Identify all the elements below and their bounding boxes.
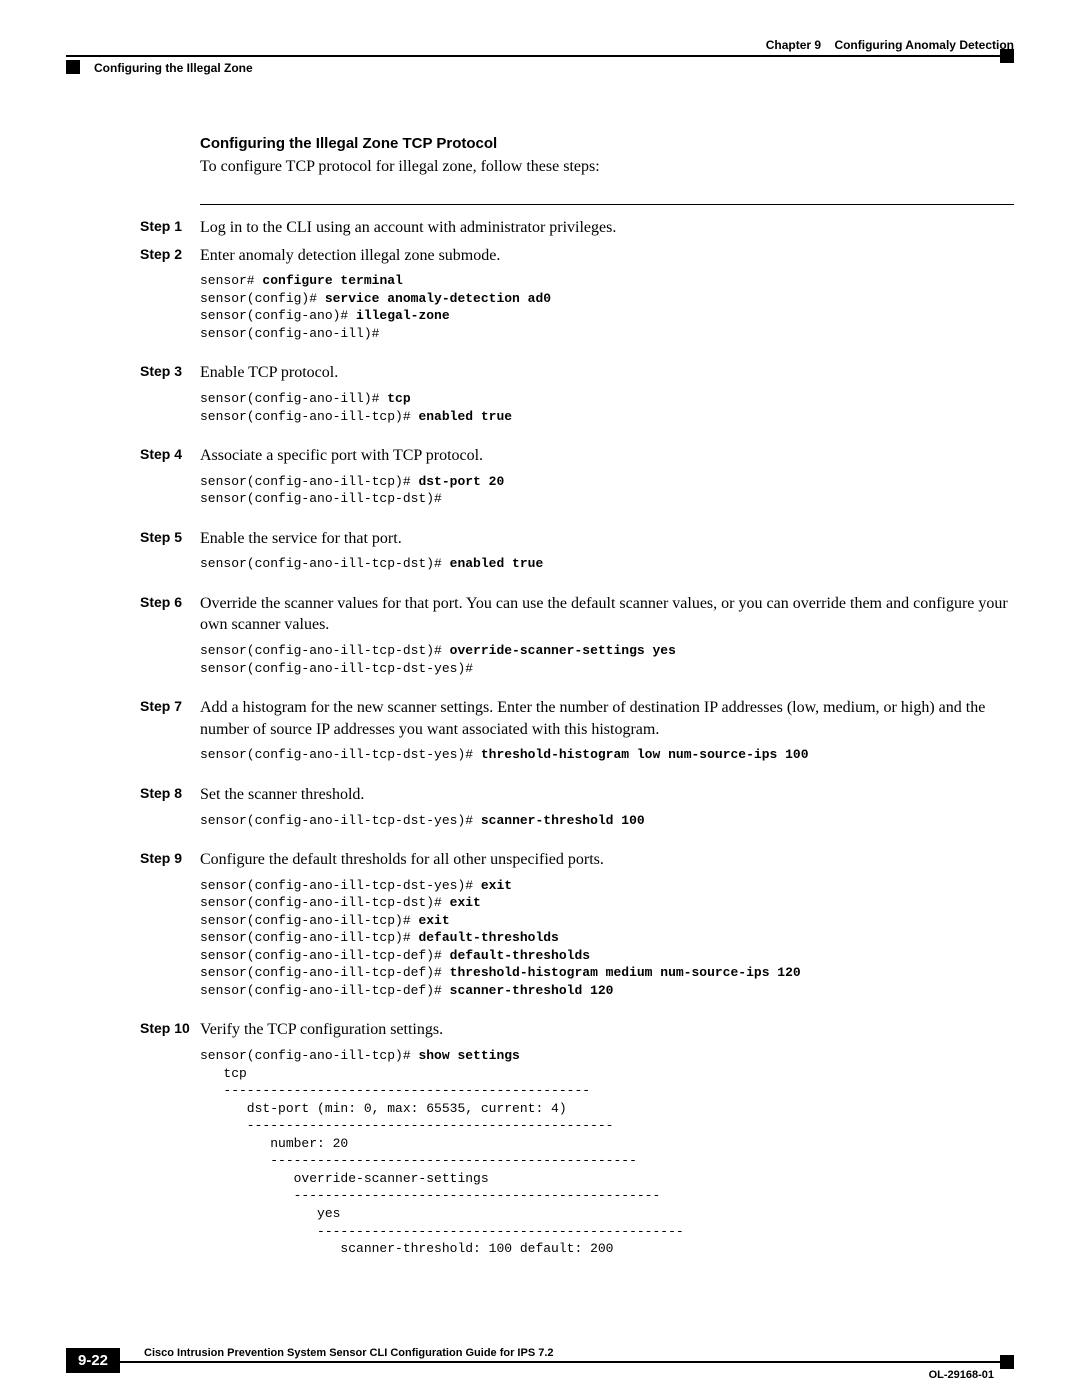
- code-line: sensor(config-ano-ill-tcp-def)# default-…: [200, 947, 1014, 965]
- code-line: sensor(config-ano-ill-tcp-dst-yes)# scan…: [200, 812, 1014, 830]
- code-line: sensor(config-ano-ill-tcp)# show setting…: [200, 1047, 1014, 1065]
- step-body: Set the scanner threshold. sensor(config-…: [200, 784, 1014, 843]
- step-label: Step 2: [66, 245, 200, 357]
- code-line: ----------------------------------------…: [200, 1187, 1014, 1205]
- code-line: sensor(config-ano-ill)#: [200, 325, 1014, 343]
- step-label: Step 10: [66, 1019, 200, 1271]
- step-row: Step 5Enable the service for that port. s…: [66, 528, 1014, 587]
- step-body: Enable the service for that port. sensor(…: [200, 528, 1014, 587]
- code-block: sensor(config-ano-ill-tcp-dst)# enabled …: [200, 555, 1014, 573]
- code-line: sensor(config-ano-ill-tcp-dst)# override…: [200, 642, 1014, 660]
- page-footer: Cisco Intrusion Prevention System Sensor…: [66, 1347, 1014, 1363]
- step-row: Step 4Associate a specific port with TCP…: [66, 445, 1014, 522]
- step-row: Step 6Override the scanner values for th…: [66, 593, 1014, 691]
- step-text: Enter anomaly detection illegal zone sub…: [200, 245, 1014, 267]
- step-text: Set the scanner threshold.: [200, 784, 1014, 806]
- code-line: sensor(config-ano-ill-tcp)# default-thre…: [200, 929, 1014, 947]
- code-line: ----------------------------------------…: [200, 1082, 1014, 1100]
- footer-rule: 9-22 OL-29168-01: [66, 1361, 1014, 1363]
- code-line: sensor(config-ano-ill-tcp-def)# scanner-…: [200, 982, 1014, 1000]
- code-line: sensor(config-ano-ill)# tcp: [200, 390, 1014, 408]
- step-text: Configure the default thresholds for all…: [200, 849, 1014, 871]
- code-line: sensor# configure terminal: [200, 272, 1014, 290]
- code-line: sensor(config-ano-ill-tcp-dst-yes)#: [200, 660, 1014, 678]
- code-line: yes: [200, 1205, 1014, 1223]
- code-block: sensor# configure terminalsensor(config)…: [200, 272, 1014, 342]
- page-header-right: Chapter 9 Configuring Anomaly Detection: [66, 38, 1014, 52]
- code-line: sensor(config-ano-ill-tcp)# enabled true: [200, 408, 1014, 426]
- step-body: Log in to the CLI using an account with …: [200, 217, 1014, 239]
- step-row: Step 3Enable TCP protocol. sensor(config-…: [66, 362, 1014, 439]
- step-text: Verify the TCP configuration settings.: [200, 1019, 1014, 1041]
- step-text: Associate a specific port with TCP proto…: [200, 445, 1014, 467]
- step-body: Configure the default thresholds for all…: [200, 849, 1014, 1013]
- code-line: scanner-threshold: 100 default: 200: [200, 1240, 1014, 1258]
- code-line: ----------------------------------------…: [200, 1117, 1014, 1135]
- step-body: Override the scanner values for that por…: [200, 593, 1014, 691]
- code-block: sensor(config-ano-ill)# tcpsensor(config…: [200, 390, 1014, 425]
- footer-title: Cisco Intrusion Prevention System Sensor…: [66, 1347, 1014, 1359]
- code-line: dst-port (min: 0, max: 65535, current: 4…: [200, 1100, 1014, 1118]
- code-line: sensor(config-ano-ill-tcp-def)# threshol…: [200, 964, 1014, 982]
- code-block: sensor(config-ano-ill-tcp-dst-yes)# scan…: [200, 812, 1014, 830]
- step-text: Enable TCP protocol.: [200, 362, 1014, 384]
- code-block: sensor(config-ano-ill-tcp)# dst-port 20s…: [200, 473, 1014, 508]
- code-line: sensor(config)# service anomaly-detectio…: [200, 290, 1014, 308]
- code-line: sensor(config-ano-ill-tcp-dst)# enabled …: [200, 555, 1014, 573]
- step-row: Step 8Set the scanner threshold. sensor(c…: [66, 784, 1014, 843]
- step-text: Override the scanner values for that por…: [200, 593, 1014, 636]
- step-label: Step 8: [66, 784, 200, 843]
- step-body: Verify the TCP configuration settings. se…: [200, 1019, 1014, 1271]
- header-rule: [66, 55, 1014, 57]
- code-line: ----------------------------------------…: [200, 1223, 1014, 1241]
- section-heading: Configuring the Illegal Zone TCP Protoco…: [200, 135, 1014, 152]
- step-label: Step 5: [66, 528, 200, 587]
- code-line: number: 20: [200, 1135, 1014, 1153]
- code-line: override-scanner-settings: [200, 1170, 1014, 1188]
- code-line: sensor(config-ano)# illegal-zone: [200, 307, 1014, 325]
- step-body: Enter anomaly detection illegal zone sub…: [200, 245, 1014, 357]
- code-line: sensor(config-ano-ill-tcp-dst-yes)# thre…: [200, 746, 1014, 764]
- step-text: Log in to the CLI using an account with …: [200, 217, 1014, 239]
- step-text: Enable the service for that port.: [200, 528, 1014, 550]
- intro-text: To configure TCP protocol for illegal zo…: [200, 158, 1014, 176]
- steps-list: Step 1Log in to the CLI using an account…: [66, 217, 1014, 1272]
- code-line: tcp: [200, 1065, 1014, 1083]
- doc-id: OL-29168-01: [929, 1369, 994, 1381]
- code-line: sensor(config-ano-ill-tcp-dst-yes)# exit: [200, 877, 1014, 895]
- step-label: Step 3: [66, 362, 200, 439]
- step-text: Add a histogram for the new scanner sett…: [200, 697, 1014, 740]
- step-label: Step 4: [66, 445, 200, 522]
- intro-rule: [200, 204, 1014, 205]
- step-label: Step 1: [66, 217, 200, 239]
- document-page: Chapter 9 Configuring Anomaly Detection …: [0, 0, 1080, 1397]
- step-row: Step 1Log in to the CLI using an account…: [66, 217, 1014, 239]
- step-row: Step 10Verify the TCP configuration sett…: [66, 1019, 1014, 1271]
- step-body: Associate a specific port with TCP proto…: [200, 445, 1014, 522]
- code-line: sensor(config-ano-ill-tcp-dst)# exit: [200, 894, 1014, 912]
- chapter-label: Chapter 9: [766, 38, 821, 52]
- code-line: sensor(config-ano-ill-tcp)# dst-port 20: [200, 473, 1014, 491]
- step-row: Step 9Configure the default thresholds f…: [66, 849, 1014, 1013]
- step-label: Step 6: [66, 593, 200, 691]
- step-row: Step 7Add a histogram for the new scanne…: [66, 697, 1014, 778]
- code-block: sensor(config-ano-ill-tcp-dst)# override…: [200, 642, 1014, 677]
- code-block: sensor(config-ano-ill-tcp)# show setting…: [200, 1047, 1014, 1258]
- step-label: Step 9: [66, 849, 200, 1013]
- page-number: 9-22: [66, 1348, 120, 1373]
- page-subheader: Configuring the Illegal Zone: [66, 61, 1014, 75]
- step-body: Add a histogram for the new scanner sett…: [200, 697, 1014, 778]
- chapter-title: Configuring Anomaly Detection: [834, 38, 1014, 52]
- code-line: ----------------------------------------…: [200, 1152, 1014, 1170]
- section-breadcrumb: Configuring the Illegal Zone: [66, 61, 253, 75]
- step-row: Step 2Enter anomaly detection illegal zo…: [66, 245, 1014, 357]
- step-body: Enable TCP protocol. sensor(config-ano-il…: [200, 362, 1014, 439]
- step-label: Step 7: [66, 697, 200, 778]
- code-line: sensor(config-ano-ill-tcp-dst)#: [200, 490, 1014, 508]
- code-block: sensor(config-ano-ill-tcp-dst-yes)# thre…: [200, 746, 1014, 764]
- code-block: sensor(config-ano-ill-tcp-dst-yes)# exit…: [200, 877, 1014, 1000]
- code-line: sensor(config-ano-ill-tcp)# exit: [200, 912, 1014, 930]
- intro-block: Configuring the Illegal Zone TCP Protoco…: [200, 135, 1014, 176]
